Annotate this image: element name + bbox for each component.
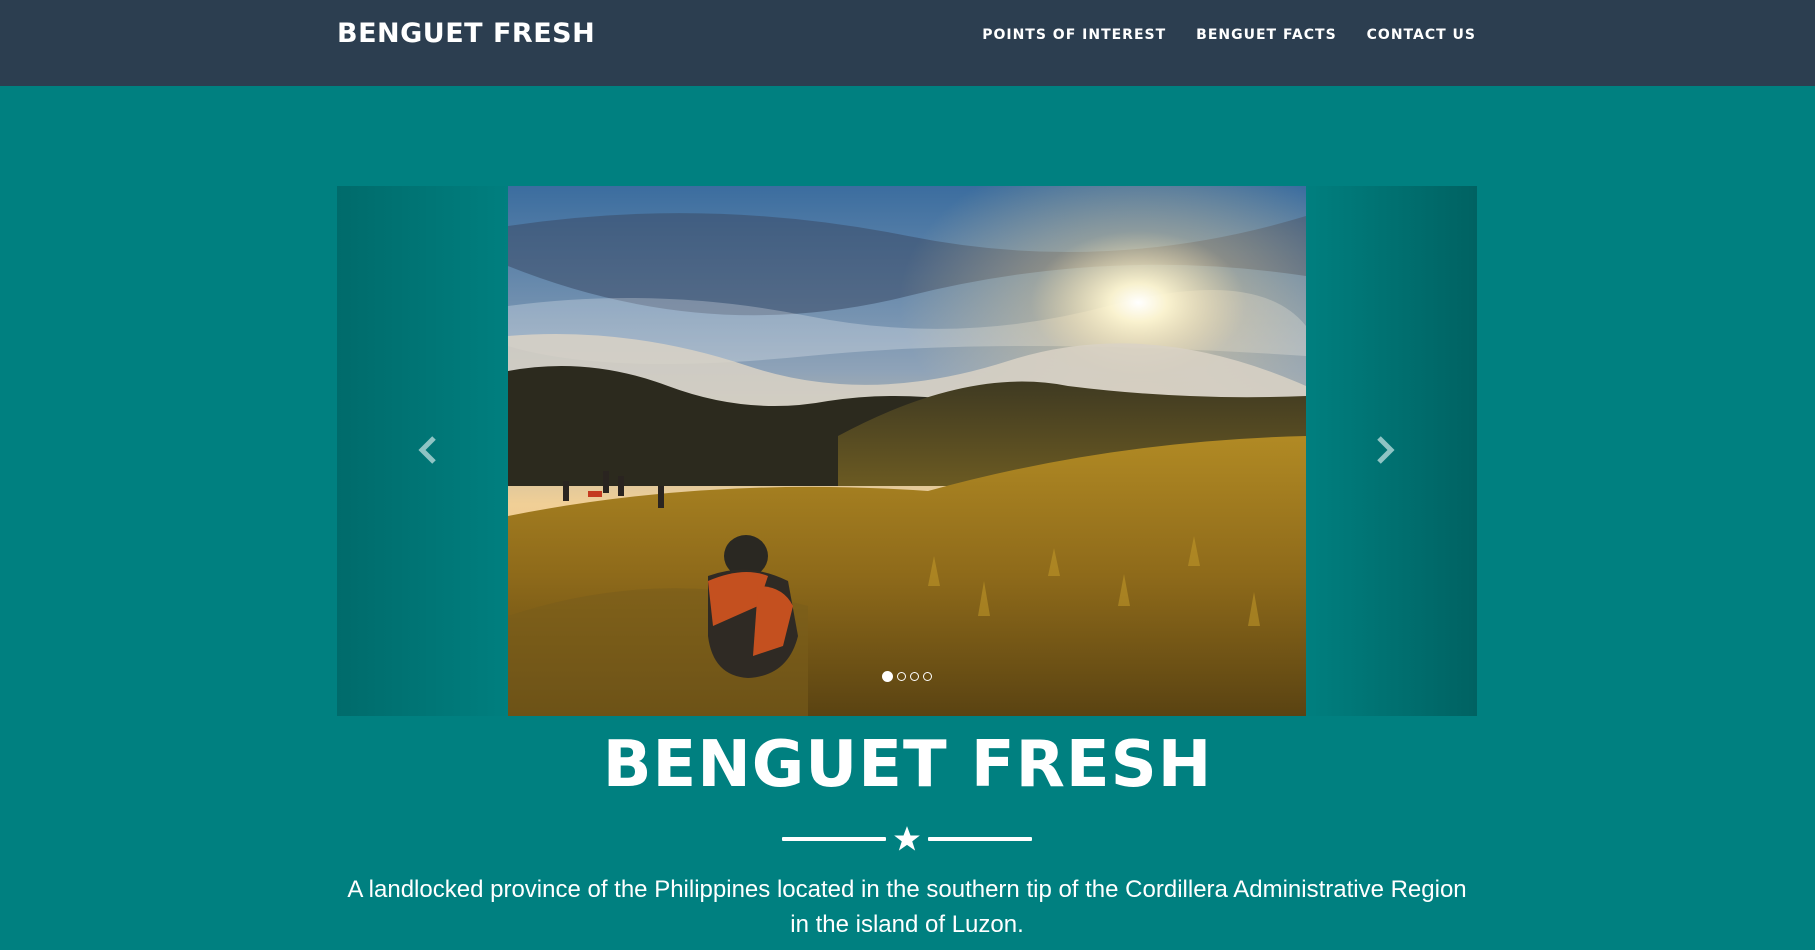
nav-link-points-of-interest[interactable]: POINTS OF INTEREST xyxy=(982,27,1166,43)
divider-line-left xyxy=(782,837,886,841)
navbar: BENGUET FRESH POINTS OF INTEREST BENGUET… xyxy=(0,0,1815,86)
carousel-next-control[interactable] xyxy=(1306,186,1477,716)
chevron-left-icon[interactable] xyxy=(408,430,448,470)
carousel xyxy=(337,186,1477,716)
hero-tagline: A landlocked province of the Philippines… xyxy=(347,876,1467,938)
nav-links: POINTS OF INTEREST BENGUET FACTS CONTACT… xyxy=(982,27,1476,43)
landscape-photo xyxy=(508,186,1306,716)
carousel-indicator-4[interactable] xyxy=(923,672,932,681)
nav-link-benguet-facts[interactable]: BENGUET FACTS xyxy=(1196,27,1337,43)
carousel-slide-image xyxy=(508,186,1306,716)
divider-line-right xyxy=(928,837,1032,841)
carousel-indicator-1[interactable] xyxy=(882,671,893,682)
chevron-right-icon[interactable] xyxy=(1365,430,1405,470)
nav-link-contact-us[interactable]: CONTACT US xyxy=(1367,27,1476,43)
carousel-indicator-2[interactable] xyxy=(897,672,906,681)
star-icon xyxy=(894,826,920,851)
star-divider xyxy=(782,825,1032,853)
carousel-indicators xyxy=(882,671,932,682)
carousel-prev-control[interactable] xyxy=(337,186,508,716)
hero-title: BENGUET FRESH xyxy=(602,728,1213,802)
carousel-indicator-3[interactable] xyxy=(910,672,919,681)
brand-link[interactable]: BENGUET FRESH xyxy=(337,18,595,49)
